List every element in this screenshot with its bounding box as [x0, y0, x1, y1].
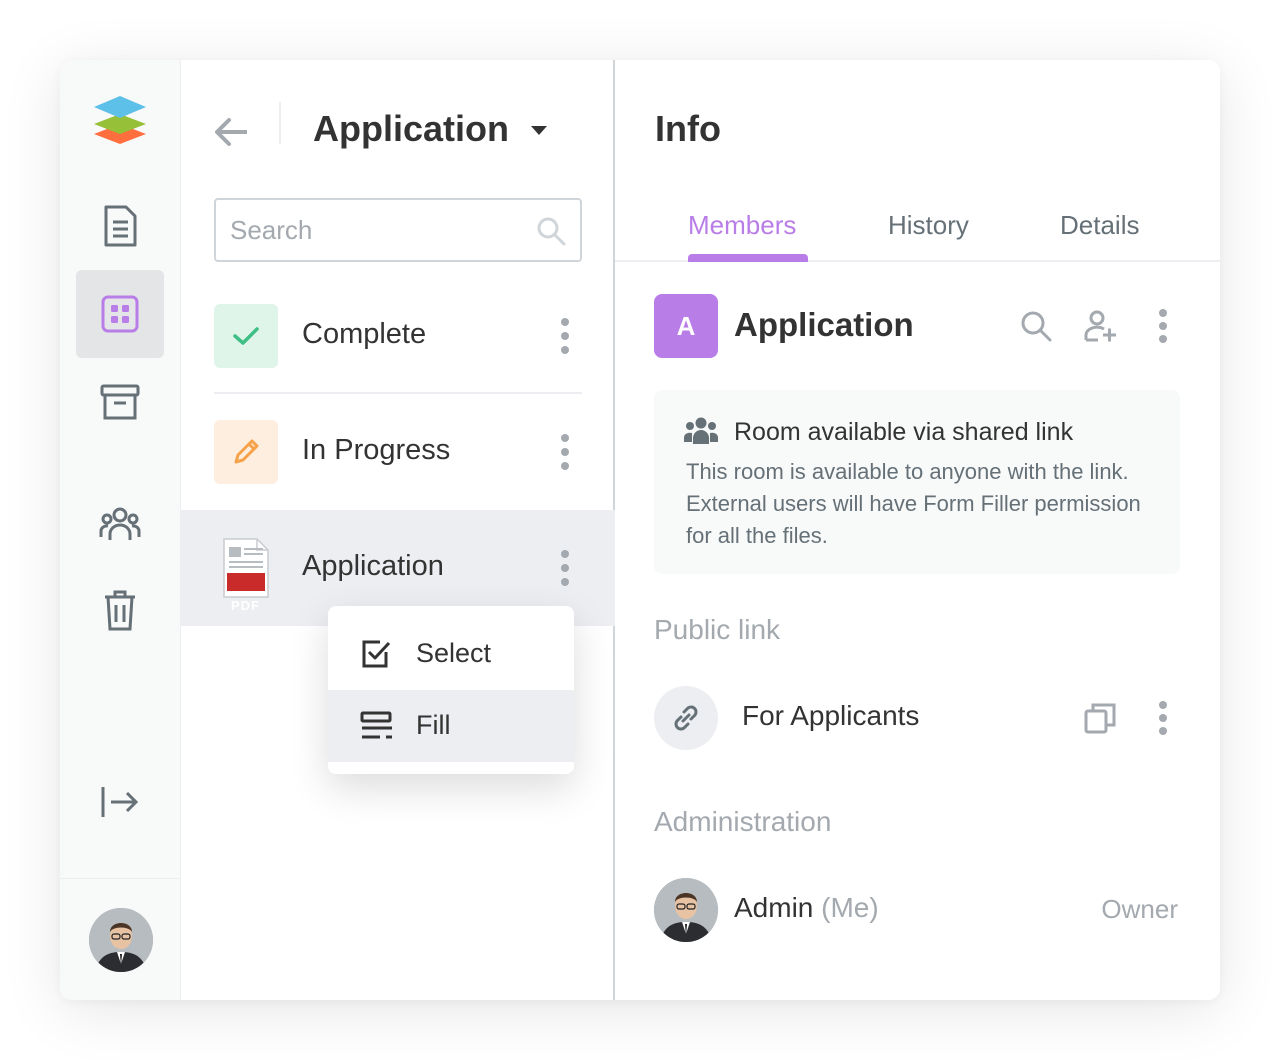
app-logo-icon[interactable]	[92, 94, 148, 146]
tab-bar: Members History Details	[615, 200, 1220, 262]
sidebar	[60, 60, 181, 1000]
rooms-grid-icon	[101, 295, 139, 333]
folder-header: Application	[181, 96, 615, 166]
sidebar-collapse-button[interactable]	[76, 758, 164, 846]
room-logo: A	[654, 294, 718, 358]
sidebar-item-archive[interactable]	[76, 358, 164, 446]
more-options-button[interactable]	[1148, 308, 1178, 344]
trash-icon	[105, 590, 135, 631]
menu-item-label: Fill	[416, 710, 451, 740]
member-name: Admin (Me)	[734, 892, 879, 924]
back-button[interactable]	[211, 112, 251, 152]
search-input[interactable]	[230, 212, 530, 248]
fill-form-icon	[360, 710, 392, 742]
pdf-file-icon: PDF	[214, 536, 278, 613]
member-me-tag: (Me)	[821, 892, 879, 923]
menu-item-label: Select	[416, 638, 492, 668]
app-window: Application Complete	[60, 60, 1220, 1000]
public-link-name: For Applicants	[742, 700, 920, 731]
avatar[interactable]	[88, 907, 153, 972]
public-link-row[interactable]: For Applicants	[654, 686, 1184, 750]
select-checkbox-icon	[360, 638, 392, 670]
more-options-button[interactable]	[553, 430, 577, 474]
folder-panel: Application Complete	[181, 60, 615, 1000]
search-members-button[interactable]	[1018, 308, 1054, 344]
people-icon	[99, 507, 141, 540]
search-icon[interactable]	[536, 216, 566, 251]
notice-description: This room is available to anyone with th…	[686, 459, 1141, 548]
copy-link-button[interactable]	[1082, 700, 1118, 736]
info-title: Info	[655, 108, 721, 149]
context-menu: Select Fill	[328, 606, 574, 774]
link-icon	[654, 686, 718, 750]
list-item-label: In Progress	[302, 434, 451, 466]
checkmark-icon	[214, 304, 278, 368]
group-icon	[684, 416, 718, 449]
member-name-text: Admin	[734, 892, 814, 923]
avatar	[654, 878, 718, 942]
info-panel: Info Members History Details A Applicati…	[615, 60, 1220, 1000]
member-row[interactable]: Admin (Me) Owner	[654, 878, 1184, 942]
search-icon	[1021, 311, 1052, 342]
invite-user-button[interactable]	[1082, 308, 1118, 344]
add-user-icon	[1084, 310, 1116, 342]
copy-icon	[1084, 703, 1116, 734]
tab-active-indicator	[688, 254, 808, 262]
tab-members[interactable]: Members	[688, 210, 796, 241]
list-item[interactable]: In Progress	[181, 394, 615, 510]
menu-item-select[interactable]: Select	[328, 618, 574, 690]
public-link-heading: Public link	[654, 614, 781, 645]
administration-heading: Administration	[654, 806, 832, 837]
tab-details[interactable]: Details	[1060, 210, 1139, 241]
sidebar-item-trash[interactable]	[76, 566, 164, 654]
header-divider	[279, 102, 281, 144]
list-item-label: Complete	[302, 318, 427, 350]
tab-history[interactable]: History	[888, 210, 969, 241]
pencil-icon	[214, 420, 278, 484]
page-title[interactable]: Application	[313, 108, 509, 150]
list-item[interactable]: Complete	[181, 278, 615, 394]
room-name: Application	[734, 306, 914, 343]
sidebar-item-contacts[interactable]	[76, 480, 164, 568]
sidebar-item-documents[interactable]	[76, 182, 164, 270]
search-field[interactable]	[214, 198, 582, 262]
room-header: A Application	[654, 294, 1184, 358]
expand-arrow-icon	[101, 787, 139, 817]
document-icon	[104, 205, 137, 247]
sidebar-item-rooms[interactable]	[76, 270, 164, 358]
more-options-button[interactable]	[1148, 700, 1178, 736]
list-item-label: Application	[302, 550, 444, 582]
arrow-left-icon	[215, 118, 247, 146]
more-options-button[interactable]	[553, 546, 577, 590]
archive-icon	[100, 384, 140, 420]
caret-down-icon[interactable]	[529, 124, 549, 143]
menu-item-fill[interactable]: Fill	[328, 690, 574, 762]
member-role: Owner	[1101, 894, 1178, 924]
sidebar-profile	[60, 878, 181, 1000]
more-options-button[interactable]	[553, 314, 577, 358]
pdf-badge: PDF	[231, 598, 260, 613]
notice-title: Room available via shared link	[734, 418, 1074, 446]
shared-link-notice: Room available via shared link This room…	[654, 390, 1180, 574]
